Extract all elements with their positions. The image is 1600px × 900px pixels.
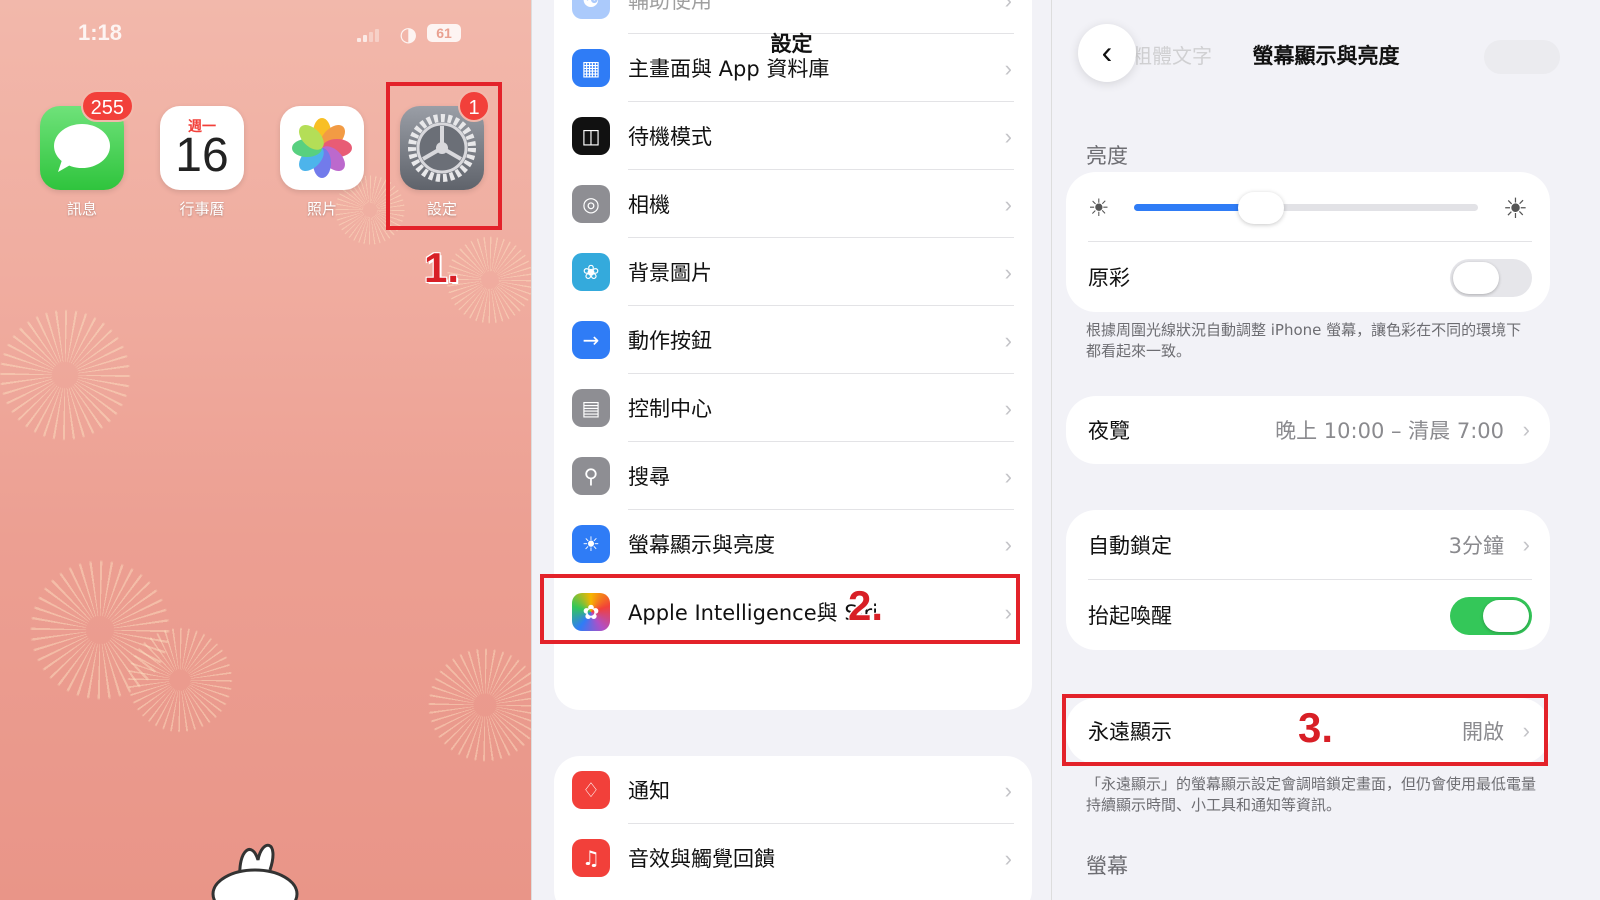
row-label: 原彩 (1088, 266, 1130, 290)
chevron-right-icon: › (1004, 396, 1012, 421)
firework-decoration (120, 620, 240, 740)
calendar-app[interactable]: 週一 16 行事曆 (160, 106, 244, 219)
photos-icon (280, 106, 364, 190)
settings-row-camera[interactable]: ◎ 相機 › (554, 170, 1032, 238)
action-button-icon: → (572, 321, 610, 359)
chevron-left-icon: ‹ (1101, 34, 1113, 70)
home-screen-panel: 1:18 ◑ 61 255 訊息 週一 16 行事曆 照片 1 設定 1. (0, 0, 532, 900)
chevron-right-icon: › (1004, 532, 1012, 557)
row-label: 相機 (628, 193, 670, 217)
step-number: 2. (848, 582, 884, 629)
settings-row-action-button[interactable]: → 動作按鈕 › (554, 306, 1032, 374)
highlight-box (386, 82, 502, 230)
night-shift-group: 夜覽 晚上 10:00 – 清晨 7:00 › (1066, 396, 1550, 464)
sound-icon: ♫ (572, 839, 610, 877)
sun-large-icon: ☀ (1502, 192, 1528, 225)
row-label: 夜覽 (1088, 419, 1130, 443)
status-time: 1:18 (78, 20, 123, 45)
section-title-display: 螢幕 (1086, 854, 1128, 878)
settings-panel: 設定 ☯ 輔助使用 › ▦ 主畫面與 App 資料庫 › ◫ 待機模式 › ◎ … (532, 0, 1052, 900)
app-label: 行事曆 (179, 200, 225, 218)
row-label: 輔助使用 (628, 0, 712, 13)
brightness-group: ☀ ☀ 原彩 (1066, 172, 1550, 312)
settings-group-notifications: ♢ 通知 › ♫ 音效與觸覺回饋 › (554, 756, 1032, 900)
lock-group: 自動鎖定 3分鐘 › 抬起喚醒 (1066, 510, 1550, 650)
chevron-right-icon: › (1004, 328, 1012, 353)
app-label: 照片 (306, 200, 337, 218)
row-label: 通知 (628, 779, 670, 803)
chevron-right-icon: › (1004, 464, 1012, 489)
chevron-right-icon: › (1004, 778, 1012, 803)
raise-to-wake-row: 抬起喚醒 (1066, 580, 1550, 650)
notification-icon: ♢ (572, 771, 610, 809)
wallpaper-icon: ❀ (572, 253, 610, 291)
calendar-day: 16 (175, 129, 229, 182)
chevron-right-icon: › (1004, 56, 1012, 81)
settings-row-sounds-haptics[interactable]: ♫ 音效與觸覺回饋 › (554, 824, 1032, 892)
true-tone-description: 根據周圍光線狀況自動調整 iPhone 螢幕，讓色彩在不同的環境下都看起來一致。 (1086, 321, 1522, 360)
chevron-right-icon: › (1522, 417, 1530, 442)
sun-small-icon: ☀ (1088, 194, 1110, 222)
settings-row-standby[interactable]: ◫ 待機模式 › (554, 102, 1032, 170)
settings-row-search[interactable]: ⚲ 搜尋 › (554, 442, 1032, 510)
chevron-right-icon: › (1004, 124, 1012, 149)
chevron-right-icon: › (1004, 846, 1012, 871)
standby-icon: ◫ (572, 117, 610, 155)
status-bar: 1:18 ◑ 61 (78, 18, 481, 48)
row-value: 晚上 10:00 – 清晨 7:00 (1275, 419, 1504, 443)
page-title: 設定 (770, 32, 813, 56)
row-label: 抬起喚醒 (1088, 604, 1172, 628)
row-label: 動作按鈕 (628, 329, 712, 353)
settings-row-display-brightness[interactable]: ☀ 螢幕顯示與亮度 › (554, 510, 1032, 578)
auto-lock-row[interactable]: 自動鎖定 3分鐘 › (1066, 510, 1550, 580)
row-label: 待機模式 (628, 125, 712, 149)
row-label: 自動鎖定 (1088, 534, 1172, 558)
true-tone-toggle[interactable] (1450, 259, 1532, 297)
notification-badge: 255 (80, 90, 134, 122)
settings-row-wallpaper[interactable]: ❀ 背景圖片 › (554, 238, 1032, 306)
brightness-slider[interactable]: ☀ ☀ (1066, 172, 1550, 242)
firework-decoration (420, 640, 531, 770)
step-number: 3. (1298, 704, 1334, 751)
battery-indicator: 61 (427, 24, 461, 42)
app-label: 訊息 (66, 200, 97, 218)
accessibility-icon: ☯ (572, 0, 610, 19)
display-brightness-panel: 粗體文字 ‹ 螢幕顯示與亮度 亮度 ☀ ☀ 原彩 根據周圍光線狀況自動調整 iP… (1052, 0, 1600, 900)
section-title-brightness: 亮度 (1086, 144, 1128, 168)
photos-app[interactable]: 照片 (280, 106, 364, 219)
chevron-right-icon: › (1004, 0, 1012, 13)
highlight-box (540, 574, 1020, 644)
row-label: 控制中心 (628, 397, 712, 421)
chevron-right-icon: › (1004, 192, 1012, 217)
row-label: 搜尋 (628, 465, 670, 489)
row-label: 背景圖片 (628, 261, 712, 285)
always-on-description: 「永遠顯示」的螢幕顯示設定會調暗鎖定畫面，但仍會使用最低電量持續顯示時間、小工具… (1086, 775, 1537, 814)
bunny-sticker-icon (211, 843, 299, 900)
wifi-icon: ◑ (399, 22, 417, 46)
chevron-right-icon: › (1004, 260, 1012, 285)
cellular-signal-icon (357, 28, 381, 42)
row-label: 螢幕顯示與亮度 (628, 533, 775, 557)
true-tone-row: 原彩 (1066, 242, 1550, 312)
control-center-icon: ▤ (572, 389, 610, 427)
settings-row-notifications[interactable]: ♢ 通知 › (554, 756, 1032, 824)
night-shift-row[interactable]: 夜覽 晚上 10:00 – 清晨 7:00 › (1066, 396, 1550, 464)
raise-to-wake-toggle[interactable] (1450, 597, 1532, 635)
row-label: 音效與觸覺回饋 (628, 847, 775, 871)
back-button[interactable]: ‹ (1078, 24, 1136, 82)
row-value: 3分鐘 (1448, 534, 1504, 558)
brightness-icon: ☀ (572, 525, 610, 563)
messages-icon: 255 (40, 90, 134, 190)
calendar-icon: 週一 16 (160, 106, 244, 190)
search-icon: ⚲ (572, 457, 610, 495)
slider-knob[interactable] (1238, 192, 1285, 224)
settings-row-control-center[interactable]: ▤ 控制中心 › (554, 374, 1032, 442)
slider-track[interactable] (1134, 192, 1478, 224)
firework-decoration (0, 300, 140, 450)
camera-icon: ◎ (572, 185, 610, 223)
step-number: 1. (424, 244, 460, 291)
chevron-right-icon: › (1522, 532, 1530, 557)
messages-app[interactable]: 255 訊息 (40, 90, 134, 219)
